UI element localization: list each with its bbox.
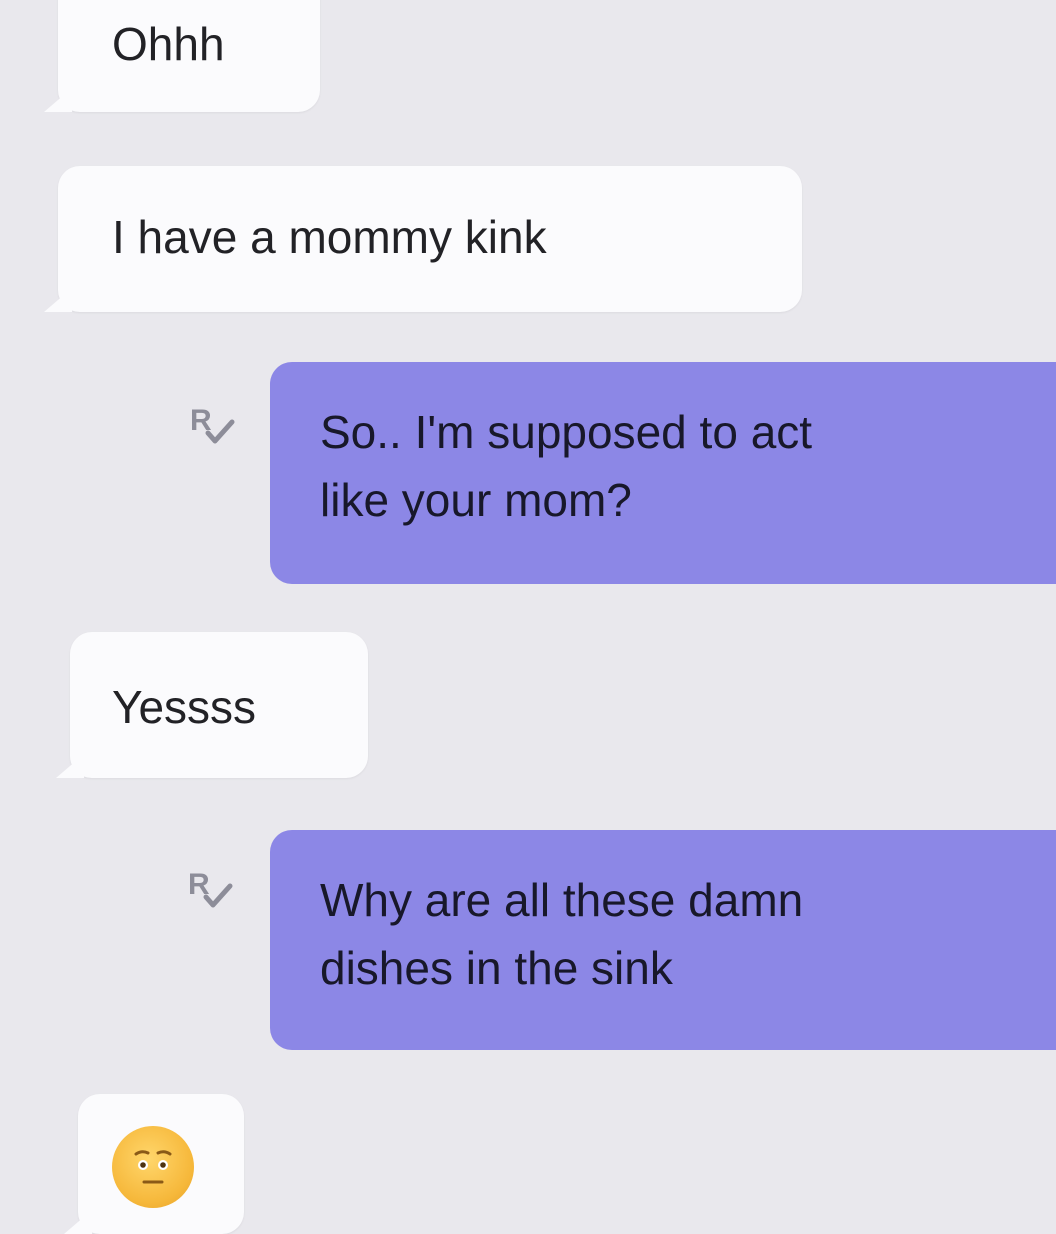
message-text: So.. I'm supposed to act like your mom?	[320, 406, 813, 526]
read-receipt-r-check-icon: R	[190, 404, 235, 444]
message-text: Ohhh	[112, 18, 225, 70]
message-text: I have a mommy kink	[112, 211, 547, 263]
incoming-message-bubble[interactable]: Yessss	[70, 632, 368, 778]
message-thread: Ohhh I have a mommy kink R So.. I'm supp…	[0, 0, 1056, 1234]
flushed-face-emoji-icon	[112, 1126, 194, 1208]
read-receipt-r-check-icon: R	[188, 868, 233, 908]
outgoing-message-bubble[interactable]: Why are all these damn dishes in the sin…	[270, 830, 1056, 1050]
incoming-message-bubble[interactable]: I have a mommy kink	[58, 166, 802, 312]
message-text: Yessss	[112, 681, 257, 733]
outgoing-message-bubble[interactable]: So.. I'm supposed to act like your mom?	[270, 362, 1056, 584]
message-text: Why are all these damn dishes in the sin…	[320, 874, 804, 994]
incoming-message-bubble[interactable]: Ohhh	[58, 0, 320, 112]
